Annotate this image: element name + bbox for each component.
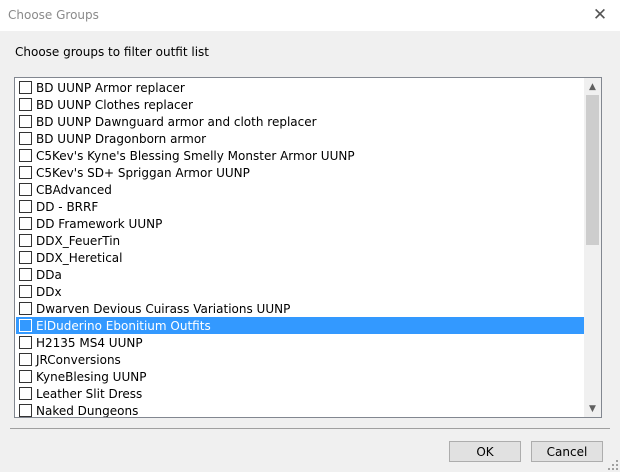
prompt-label: Choose groups to filter outfit list — [15, 45, 209, 59]
list-item-label: KyneBlesing UUNP — [36, 369, 147, 384]
checkbox[interactable] — [19, 251, 32, 264]
list-item[interactable]: CBAdvanced — [16, 181, 585, 198]
list-item[interactable]: DD - BRRF — [16, 198, 585, 215]
list-item[interactable]: DDX_Heretical — [16, 249, 585, 266]
checkbox[interactable] — [19, 149, 32, 162]
list-item[interactable]: BD UUNP Dawnguard armor and cloth replac… — [16, 113, 585, 130]
list-item-label: C5Kev's SD+ Spriggan Armor UUNP — [36, 165, 250, 180]
list-item[interactable]: DD Framework UUNP — [16, 215, 585, 232]
list-item-label: BD UUNP Clothes replacer — [36, 97, 193, 112]
list-item[interactable]: C5Kev's Kyne's Blessing Smelly Monster A… — [16, 147, 585, 164]
list-item-label: DDX_FeuerTin — [36, 233, 121, 248]
list-item[interactable]: DDX_FeuerTin — [16, 232, 585, 249]
checkbox[interactable] — [19, 285, 32, 298]
checkbox[interactable] — [19, 234, 32, 247]
list-item[interactable]: Leather Slit Dress — [16, 385, 585, 402]
list-item[interactable]: H2135 MS4 UUNP — [16, 334, 585, 351]
list-item-label: DDx — [36, 284, 62, 299]
checkbox[interactable] — [19, 404, 32, 417]
checkbox[interactable] — [19, 200, 32, 213]
list-item[interactable]: DDx — [16, 283, 585, 300]
dialog-body: Choose groups to filter outfit list BD U… — [0, 31, 620, 472]
list-item-label: JRConversions — [36, 352, 121, 367]
scroll-up-icon[interactable]: ▲ — [584, 78, 601, 95]
checkbox[interactable] — [19, 98, 32, 111]
vertical-scrollbar[interactable]: ▲ ▼ — [584, 78, 601, 417]
list-item-label: Dwarven Devious Cuirass Variations UUNP — [36, 301, 291, 316]
checkbox[interactable] — [19, 370, 32, 383]
window-title: Choose Groups — [8, 8, 99, 22]
list-item-label: DDX_Heretical — [36, 250, 123, 265]
checkbox[interactable] — [19, 353, 32, 366]
list-item[interactable]: BD UUNP Dragonborn armor — [16, 130, 585, 147]
list-item[interactable]: ElDuderino Ebonitium Outfits — [16, 317, 585, 334]
groups-list: BD UUNP Armor replacer BD UUNP Clothes re… — [16, 79, 585, 418]
checkbox[interactable] — [19, 387, 32, 400]
checkbox[interactable] — [19, 336, 32, 349]
list-item-label: CBAdvanced — [36, 182, 112, 197]
ok-button[interactable]: OK — [449, 441, 521, 462]
checkbox[interactable] — [19, 302, 32, 315]
list-item[interactable]: BD UUNP Clothes replacer — [16, 96, 585, 113]
checkbox[interactable] — [19, 81, 32, 94]
list-item-label: BD UUNP Armor replacer — [36, 80, 185, 95]
list-item[interactable]: BD UUNP Armor replacer — [16, 79, 585, 96]
list-item[interactable]: JRConversions — [16, 351, 585, 368]
checkbox[interactable] — [19, 132, 32, 145]
groups-checklist[interactable]: BD UUNP Armor replacer BD UUNP Clothes re… — [14, 77, 602, 418]
cancel-button[interactable]: Cancel — [531, 441, 603, 462]
list-item-label: DDa — [36, 267, 62, 282]
checkbox[interactable] — [19, 115, 32, 128]
divider — [10, 428, 610, 429]
list-item[interactable]: Naked Dungeons — [16, 402, 585, 418]
resize-grip-icon[interactable] — [608, 460, 618, 470]
close-icon[interactable]: ✕ — [588, 4, 612, 26]
list-item-label: Leather Slit Dress — [36, 386, 143, 401]
list-item[interactable]: KyneBlesing UUNP — [16, 368, 585, 385]
list-item[interactable]: C5Kev's SD+ Spriggan Armor UUNP — [16, 164, 585, 181]
list-item-label: DD - BRRF — [36, 199, 99, 214]
list-item-label: Naked Dungeons — [36, 403, 139, 418]
checkbox[interactable] — [19, 217, 32, 230]
list-item-label: BD UUNP Dawnguard armor and cloth replac… — [36, 114, 317, 129]
list-item-label: ElDuderino Ebonitium Outfits — [36, 318, 211, 333]
list-item-label: C5Kev's Kyne's Blessing Smelly Monster A… — [36, 148, 355, 163]
scroll-down-icon[interactable]: ▼ — [584, 400, 601, 417]
list-item[interactable]: DDa — [16, 266, 585, 283]
checkbox[interactable] — [19, 319, 32, 332]
checkbox[interactable] — [19, 183, 32, 196]
checkbox[interactable] — [19, 268, 32, 281]
list-item-label: DD Framework UUNP — [36, 216, 163, 231]
title-bar: Choose Groups ✕ — [0, 0, 620, 31]
scroll-thumb[interactable] — [586, 95, 599, 245]
list-item[interactable]: Dwarven Devious Cuirass Variations UUNP — [16, 300, 585, 317]
list-item-label: BD UUNP Dragonborn armor — [36, 131, 207, 146]
checkbox[interactable] — [19, 166, 32, 179]
list-item-label: H2135 MS4 UUNP — [36, 335, 143, 350]
